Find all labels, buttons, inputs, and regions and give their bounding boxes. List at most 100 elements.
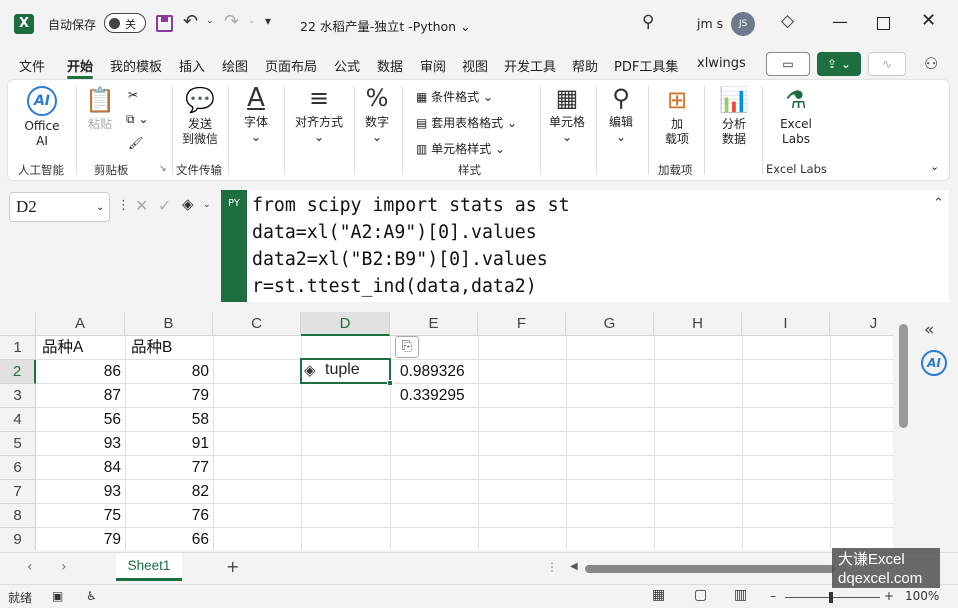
conditional-format-button[interactable]: ▦ 条件格式 ⌄: [416, 88, 493, 105]
card-view-icon[interactable]: ⎘: [395, 336, 419, 358]
tab-home[interactable]: 开始: [67, 56, 94, 79]
cancel-icon[interactable]: ✕: [135, 196, 148, 215]
row-header-4[interactable]: 4: [0, 408, 36, 432]
zoom-level[interactable]: 100%: [905, 589, 939, 603]
tab-data[interactable]: 数据: [377, 56, 403, 75]
clipboard-launcher-icon[interactable]: ↘: [159, 164, 167, 174]
addins-button[interactable]: ⊞ 加 载项: [656, 86, 698, 147]
collapse-formula-bar-icon[interactable]: ⌃: [933, 196, 944, 211]
office-ai-button[interactable]: AI Office AI: [20, 86, 64, 149]
close-button[interactable]: ✕: [921, 10, 936, 31]
page-layout-icon[interactable]: ▢: [694, 587, 707, 603]
redo-dropdown-icon[interactable]: ⌄: [248, 16, 256, 26]
cell-b7[interactable]: 82: [125, 480, 213, 504]
cell-a2[interactable]: 86: [36, 360, 125, 384]
enter-icon[interactable]: ✓: [158, 196, 171, 215]
ribbon-collapse-icon[interactable]: ⌄: [930, 160, 939, 173]
zoom-slider-thumb[interactable]: [829, 592, 833, 603]
horizontal-scroll-thumb[interactable]: [585, 565, 835, 573]
cells-button[interactable]: ▦ 单元格 ⌄: [544, 84, 590, 145]
tab-my-templates[interactable]: 我的模板: [110, 56, 162, 75]
minimize-button[interactable]: —: [832, 12, 848, 31]
maximize-button[interactable]: [877, 17, 890, 30]
row-header-5[interactable]: 5: [0, 432, 36, 456]
tab-insert[interactable]: 插入: [179, 56, 205, 75]
cell-b6[interactable]: 77: [125, 456, 213, 480]
accessibility-icon[interactable]: ♿: [86, 589, 97, 603]
editing-button[interactable]: ⚲ 编辑 ⌄: [600, 84, 642, 145]
undo-dropdown-icon[interactable]: ⌄: [206, 16, 214, 26]
collapse-panel-icon[interactable]: «: [924, 320, 934, 340]
alignment-button[interactable]: ≡ 对齐方式 ⌄: [288, 84, 350, 145]
cell-b5[interactable]: 91: [125, 432, 213, 456]
avatar[interactable]: JS: [731, 12, 755, 36]
row-header-6[interactable]: 6: [0, 456, 36, 480]
zoom-out-icon[interactable]: –: [770, 589, 776, 603]
cell-b9[interactable]: 66: [125, 528, 213, 550]
normal-view-icon[interactable]: ▦: [652, 587, 665, 603]
column-header-d[interactable]: D: [301, 312, 390, 336]
formula-input[interactable]: PY from scipy import stats as st data=xl…: [221, 190, 949, 302]
cell-a8[interactable]: 75: [36, 504, 125, 528]
cell-e3[interactable]: 0.339295: [396, 384, 478, 408]
cell-a1[interactable]: 品种A: [38, 336, 125, 360]
search-icon[interactable]: ⚲: [642, 12, 654, 32]
send-to-wechat-button[interactable]: 💬 发送 到微信: [178, 86, 222, 147]
column-header-g[interactable]: G: [566, 312, 654, 336]
select-all-corner[interactable]: [0, 312, 36, 336]
more-options-icon[interactable]: ⋮: [117, 198, 130, 213]
name-box[interactable]: D2 ⌄: [9, 192, 110, 222]
cell-a4[interactable]: 56: [36, 408, 125, 432]
fill-handle[interactable]: [387, 380, 393, 386]
format-painter-icon[interactable]: 🖌: [128, 136, 143, 150]
analyze-data-button[interactable]: 📊 分析 数据: [712, 86, 756, 147]
tab-developer[interactable]: 开发工具: [504, 56, 556, 75]
macro-icon[interactable]: ▣: [52, 589, 63, 603]
autosave-toggle[interactable]: 关: [104, 13, 146, 33]
row-header-8[interactable]: 8: [0, 504, 36, 528]
row-header-2[interactable]: 2: [0, 360, 36, 384]
prev-sheet-icon[interactable]: ‹: [27, 559, 33, 575]
tab-pdf-tools[interactable]: PDF工具集: [614, 56, 678, 75]
column-header-a[interactable]: A: [36, 312, 125, 336]
column-header-c[interactable]: C: [213, 312, 301, 336]
tab-draw[interactable]: 绘图: [222, 56, 248, 75]
ai-assistant-icon[interactable]: AI: [921, 350, 947, 376]
cell-b4[interactable]: 58: [125, 408, 213, 432]
row-header-1[interactable]: 1: [0, 336, 36, 360]
tab-file[interactable]: 文件: [19, 56, 45, 75]
row-header-7[interactable]: 7: [0, 480, 36, 504]
python-output-type-icon[interactable]: ◈: [182, 195, 194, 213]
python-object-icon[interactable]: ◈: [304, 361, 316, 379]
sheet-tab-sheet1[interactable]: Sheet1: [116, 553, 182, 581]
undo-icon[interactable]: ↶: [183, 11, 198, 32]
excel-labs-button[interactable]: ⚗ Excel Labs: [772, 86, 820, 147]
save-icon[interactable]: [156, 15, 173, 32]
row-header-3[interactable]: 3: [0, 384, 36, 408]
column-header-h[interactable]: H: [654, 312, 742, 336]
diamond-icon[interactable]: ◇: [781, 11, 794, 31]
vertical-scroll-thumb[interactable]: [899, 324, 908, 428]
column-header-f[interactable]: F: [478, 312, 566, 336]
cell-a6[interactable]: 84: [36, 456, 125, 480]
name-box-dropdown-icon[interactable]: ⌄: [96, 202, 104, 213]
document-title[interactable]: 22 水稻产量-独立t -Python ⌄: [300, 16, 471, 35]
activity-button[interactable]: ∿: [868, 52, 906, 76]
cell-a5[interactable]: 93: [36, 432, 125, 456]
cell-b8[interactable]: 76: [125, 504, 213, 528]
column-header-i[interactable]: I: [742, 312, 830, 336]
user-name[interactable]: jm s: [697, 16, 723, 31]
number-button[interactable]: % 数字 ⌄: [358, 84, 396, 145]
share-button[interactable]: ⇪ ⌄: [817, 52, 861, 76]
copilot-icon[interactable]: ⚇: [924, 54, 938, 73]
cell-b1[interactable]: 品种B: [127, 336, 213, 360]
tab-review[interactable]: 审阅: [420, 56, 446, 75]
cell-a3[interactable]: 87: [36, 384, 125, 408]
tab-page-layout[interactable]: 页面布局: [265, 56, 317, 75]
tab-view[interactable]: 视图: [462, 56, 488, 75]
font-button[interactable]: A 字体 ⌄: [234, 84, 278, 145]
add-sheet-button[interactable]: +: [226, 557, 239, 576]
cell-e2[interactable]: 0.989326: [396, 360, 478, 384]
tab-help[interactable]: 帮助: [572, 56, 598, 75]
tab-xlwings[interactable]: xlwings: [697, 56, 746, 71]
